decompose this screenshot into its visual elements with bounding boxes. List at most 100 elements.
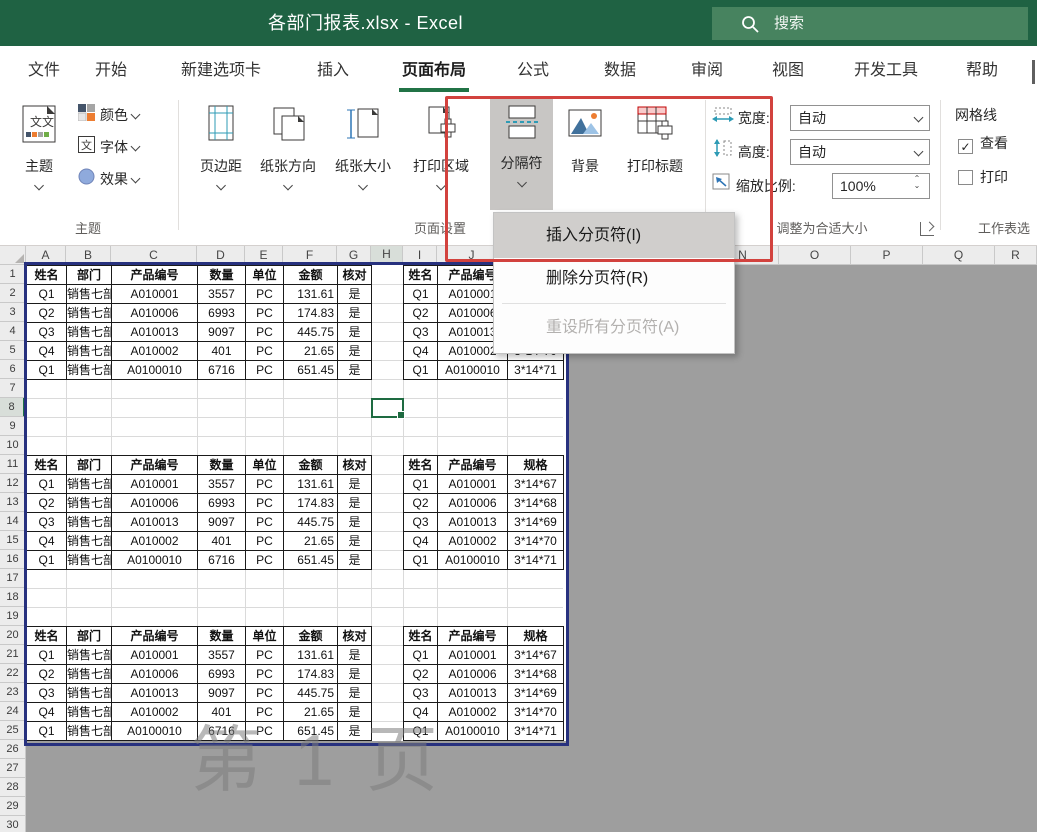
- theme-effects-label: 效果: [100, 171, 128, 187]
- row-header-27[interactable]: 27: [0, 759, 26, 778]
- tab-数据[interactable]: 数据: [604, 46, 636, 95]
- row-header-29[interactable]: 29: [0, 797, 26, 816]
- margins-icon: [204, 104, 238, 149]
- group-divider: [940, 100, 941, 230]
- row-header-8[interactable]: 8: [0, 398, 26, 417]
- row-header-26[interactable]: 26: [0, 740, 26, 759]
- fit-group-label: 调整为合适大小: [776, 221, 868, 236]
- row-header-7[interactable]: 7: [0, 379, 26, 398]
- tab-新建选项卡[interactable]: 新建选项卡: [181, 46, 261, 95]
- row-header-25[interactable]: 25: [0, 721, 26, 740]
- row-header-24[interactable]: 24: [0, 702, 26, 721]
- row-header-16[interactable]: 16: [0, 550, 26, 569]
- width-value: 自动: [798, 110, 826, 126]
- width-select[interactable]: 自动: [790, 105, 930, 131]
- themes-group-label: 主题: [74, 221, 102, 236]
- active-cell-H8[interactable]: [371, 398, 405, 419]
- gridlines-view-checkbox[interactable]: ✓ 查看: [958, 133, 1008, 154]
- tab-审阅[interactable]: 审阅: [691, 46, 723, 95]
- search-placeholder: 搜索: [774, 15, 805, 32]
- scale-spinner[interactable]: ⌃ ⌄: [908, 175, 926, 190]
- row-header-12[interactable]: 12: [0, 474, 26, 493]
- select-all-corner[interactable]: [0, 246, 26, 265]
- row-header-11[interactable]: 11: [0, 455, 26, 474]
- dialog-launcher-icon[interactable]: [920, 222, 934, 236]
- margins-button[interactable]: 页边距: [192, 98, 250, 216]
- themes-button[interactable]: 文文 主题: [8, 98, 70, 216]
- column-header-Q[interactable]: Q: [923, 246, 995, 265]
- chevron-down-icon: [130, 109, 141, 120]
- checkbox-checked-icon: ✓: [958, 139, 973, 154]
- column-header-R[interactable]: R: [995, 246, 1037, 265]
- effects-icon: [78, 168, 95, 192]
- page-number-watermark: 第 1 页: [190, 721, 445, 801]
- fonts-icon: 文: [78, 136, 95, 160]
- title-bar: 各部门报表.xlsx - Excel 搜索: [0, 0, 1037, 46]
- gridlines-print-checkbox[interactable]: 打印: [958, 167, 1008, 187]
- red-highlight-box: [445, 96, 773, 262]
- row-header-18[interactable]: 18: [0, 588, 26, 607]
- row-header-4[interactable]: 4: [0, 322, 26, 341]
- tab-文件[interactable]: 文件: [28, 46, 60, 95]
- print-label: 打印: [980, 169, 1008, 185]
- svg-text:文: 文: [81, 138, 92, 152]
- fill-handle[interactable]: [397, 411, 405, 419]
- ribbon-tab-bar: 文件 开始 新建选项卡 插入 页面布局 公式 数据 审阅 视图 开发工具 帮助: [0, 46, 1037, 95]
- tab-公式[interactable]: 公式: [517, 46, 549, 95]
- sheet-options-group-label: 工作表选: [978, 221, 1031, 236]
- chevron-down-icon: [913, 146, 924, 157]
- row-header-30[interactable]: 30: [0, 816, 26, 832]
- window-title: 各部门报表.xlsx - Excel: [268, 13, 464, 33]
- chevron-down-icon: [358, 180, 368, 191]
- height-select[interactable]: 自动: [790, 139, 930, 165]
- row-header-19[interactable]: 19: [0, 607, 26, 626]
- row-header-28[interactable]: 28: [0, 778, 26, 797]
- column-header-O[interactable]: O: [779, 246, 851, 265]
- search-box[interactable]: 搜索: [712, 7, 1028, 40]
- tab-开发工具[interactable]: 开发工具: [854, 46, 918, 95]
- tab-插入[interactable]: 插入: [317, 46, 349, 95]
- search-icon: [742, 16, 759, 33]
- checkbox-unchecked-icon: [958, 170, 973, 185]
- row-header-15[interactable]: 15: [0, 531, 26, 550]
- themes-label: 主题: [25, 158, 53, 174]
- tab-帮助[interactable]: 帮助: [966, 46, 998, 95]
- row-header-14[interactable]: 14: [0, 512, 26, 531]
- row-header-20[interactable]: 20: [0, 626, 26, 645]
- chevron-down-icon: [130, 173, 141, 184]
- excel-window: 各部门报表.xlsx - Excel 搜索 文件 开始 新建选项卡 插入 页面布局 公式数…: [0, 0, 1037, 832]
- menu-item-2[interactable]: 删除分页符(R): [494, 258, 734, 300]
- row-header-9[interactable]: 9: [0, 417, 26, 436]
- row-header-10[interactable]: 10: [0, 436, 26, 455]
- paper-size-label: 纸张大小: [335, 158, 391, 174]
- row-header-3[interactable]: 3: [0, 303, 26, 322]
- orientation-button[interactable]: 纸张方向: [253, 98, 323, 216]
- row-header-22[interactable]: 22: [0, 664, 26, 683]
- row-header-17[interactable]: 17: [0, 569, 26, 588]
- theme-effects-button[interactable]: 效果: [78, 167, 141, 192]
- paper-size-button[interactable]: 纸张大小: [328, 98, 398, 216]
- tab-视图[interactable]: 视图: [772, 46, 804, 95]
- tab-开始[interactable]: 开始: [95, 46, 127, 95]
- row-header-6[interactable]: 6: [0, 360, 26, 379]
- svg-text:文文: 文文: [30, 114, 54, 129]
- scale-value: 100%: [840, 178, 876, 194]
- height-value: 自动: [798, 144, 826, 160]
- gridlines-label: 网格线: [955, 107, 997, 123]
- column-header-P[interactable]: P: [851, 246, 923, 265]
- select-all-triangle-icon: [15, 254, 24, 263]
- theme-colors-button[interactable]: 颜色: [77, 103, 141, 127]
- page-break-preview-border[interactable]: [24, 262, 569, 746]
- themes-icon: 文文: [19, 104, 59, 153]
- chevron-down-icon: [283, 180, 293, 191]
- theme-fonts-button[interactable]: 文 字体: [78, 135, 141, 160]
- theme-fonts-label: 字体: [100, 139, 128, 155]
- row-header-1[interactable]: 1: [0, 265, 26, 284]
- row-header-23[interactable]: 23: [0, 683, 26, 702]
- row-header-2[interactable]: 2: [0, 284, 26, 303]
- row-header-5[interactable]: 5: [0, 341, 26, 360]
- theme-colors-label: 颜色: [100, 107, 128, 123]
- row-header-21[interactable]: 21: [0, 645, 26, 664]
- group-divider: [178, 100, 179, 230]
- row-header-13[interactable]: 13: [0, 493, 26, 512]
